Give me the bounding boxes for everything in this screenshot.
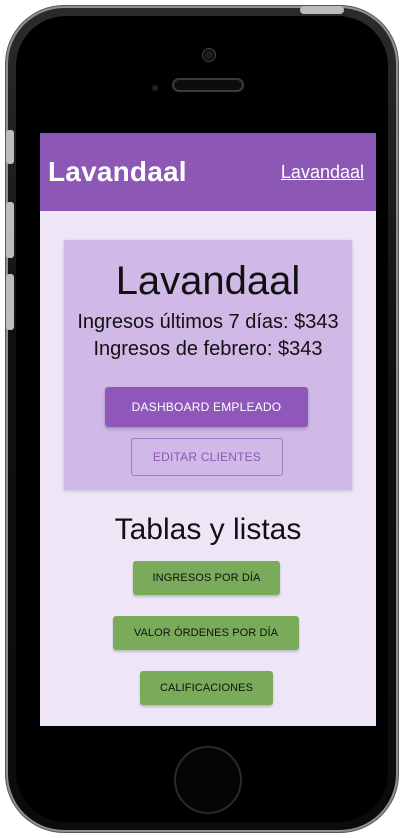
summary-card: Lavandaal Ingresos últimos 7 días: $343 …	[64, 240, 352, 490]
phone-volume-up-button	[6, 202, 14, 258]
camera-icon	[203, 49, 215, 61]
brand-title: Lavandaal	[48, 156, 187, 187]
income-february-text: Ingresos de febrero: $343	[93, 338, 323, 360]
dashboard-employee-button[interactable]: DASHBOARD EMPLEADO	[105, 387, 308, 427]
top-brand-link[interactable]: Lavandaal	[281, 162, 364, 183]
phone-power-button	[300, 6, 344, 14]
phone-volume-down-button	[6, 274, 14, 330]
edit-clients-button[interactable]: EDITAR CLIENTES	[131, 438, 283, 476]
top-navigation-bar: Lavandaal Lavandaal	[40, 133, 376, 211]
tables-lists-title: Tablas y listas	[114, 513, 302, 546]
home-button-icon	[174, 746, 242, 814]
sensor-icon	[152, 85, 158, 91]
earpiece-icon	[172, 78, 244, 92]
phone-frame: Lavandaal Lavandaal Lavandaal Ingresos ú…	[6, 6, 398, 832]
phone-silent-switch	[6, 130, 14, 164]
ratings-button[interactable]: CALIFICACIONES	[140, 671, 273, 705]
income-last-7-days-text: Ingresos últimos 7 días: $343	[77, 311, 339, 333]
order-value-per-day-button[interactable]: VALOR ÓRDENES POR DÍA	[113, 616, 299, 650]
summary-title: Lavandaal	[115, 259, 301, 303]
app-screen: Lavandaal Lavandaal Lavandaal Ingresos ú…	[40, 133, 376, 726]
income-per-day-button[interactable]: INGRESOS POR DÍA	[133, 561, 280, 595]
